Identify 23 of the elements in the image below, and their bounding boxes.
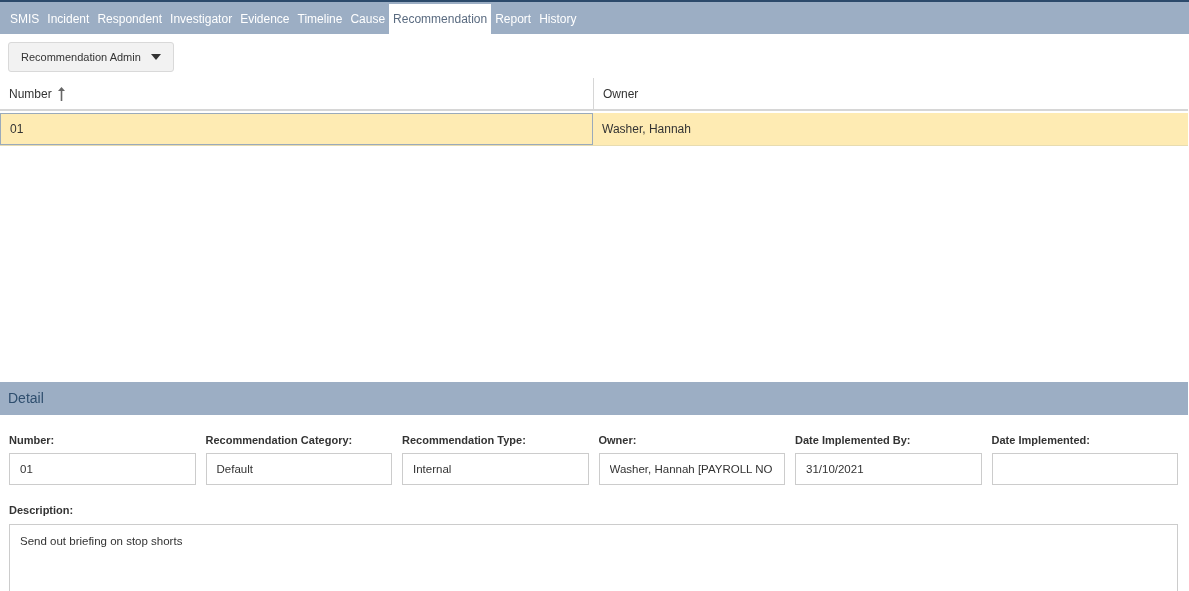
field-label: Date Implemented By: [795,433,912,447]
field-label: Date Implemented: [991,433,1091,447]
text-field[interactable]: Internal [402,453,589,485]
caret-icon [150,54,161,60]
tab[interactable]: Recommendation [389,4,492,34]
text-field[interactable] [991,453,1178,485]
table-cell-text: Washer, Hannah [601,121,692,138]
field-label: Owner: [598,433,638,447]
field-label: Description: [9,503,74,517]
text-field[interactable]: 31/10/2021 [795,453,982,485]
admin-menu-button[interactable]: Recommendation Admin [8,42,174,72]
field-label: Number: [9,433,56,447]
field-label: Recommendation Category: [205,433,354,447]
text-field[interactable]: 01 [9,453,196,485]
column-header[interactable]: Number [0,78,593,109]
detail-header: Detail [0,382,1188,415]
field-label: Recommendation Type: [402,433,527,447]
description-field[interactable]: Send out briefing on stop shorts [9,524,1178,591]
column-header[interactable]: Owner [593,78,1188,109]
text-field[interactable]: Default [205,453,392,485]
table-cell: 01 [0,113,593,145]
text-field[interactable]: Washer, Hannah [PAYROLL NO [598,453,785,485]
table-row[interactable]: 01 Washer, Hannah [0,113,1188,146]
